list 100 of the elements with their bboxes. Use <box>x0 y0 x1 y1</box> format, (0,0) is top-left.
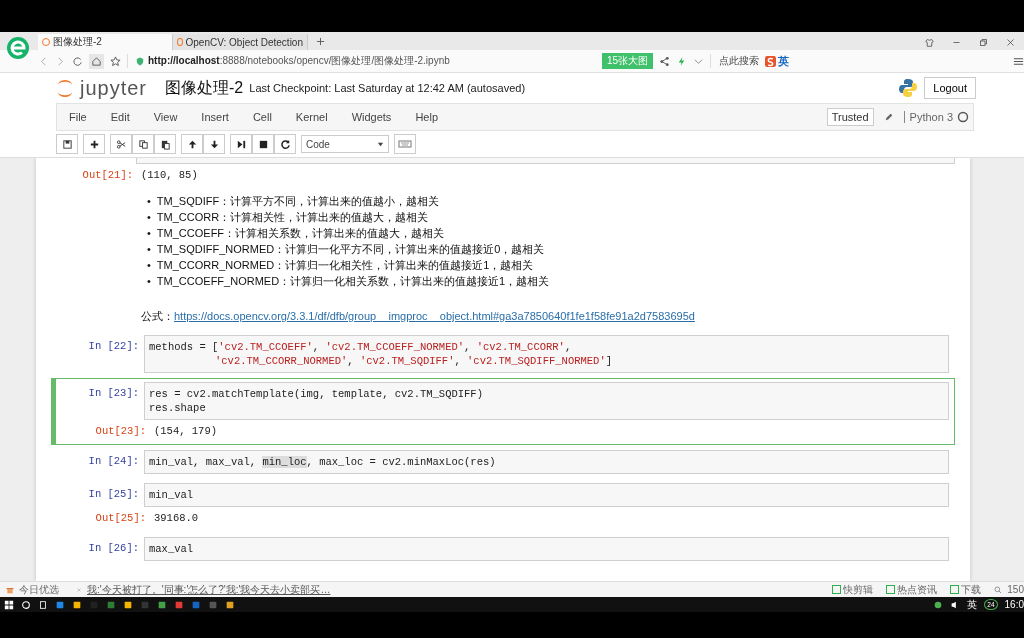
save-icon <box>61 138 73 150</box>
list-item: TM_CCOEFF：计算相关系数，计算出来的值越大，越相关 <box>156 226 445 241</box>
shield-icon <box>136 56 144 66</box>
status-item[interactable]: 快剪辑 <box>832 582 874 597</box>
code-cell[interactable]: In [24]: min_val, max_val, min_loc, max_loc = cv2.minMaxLoc(res) <box>51 446 955 478</box>
copy-icon <box>137 138 149 150</box>
shirt-icon[interactable] <box>925 38 934 47</box>
cell-type-dropdown[interactable]: Code <box>301 135 389 153</box>
list-item: TM_SQDIFF_NORMED：计算归一化平方不同，计算出来的值越接近0，越相关 <box>156 242 545 257</box>
list-item: TM_CCORR_NORMED：计算归一化相关性，计算出来的值越接近1，越相关 <box>156 258 534 273</box>
pencil-icon[interactable] <box>883 112 894 122</box>
code-cell[interactable]: In [25]: min_val Out[25]: 39168.0 <box>51 479 955 532</box>
code-input[interactable]: methods = ['cv2.TM_CCOEFF', 'cv2.TM_CCOEFF_NORMED', 'cv2.TM_CCORR', 'cv2.TM_CCORR_NORMED', 'cv2.TM_SQDIFF', 'cv2.TM_SQDIFF_NORMED'] <box>144 335 949 373</box>
up-arrow-icon <box>186 138 198 150</box>
jupyter-logo-icon <box>56 77 74 99</box>
restore-icon[interactable] <box>979 38 988 47</box>
formula-label: 公式： <box>141 310 174 322</box>
task-view-icon[interactable] <box>38 599 48 610</box>
code-input[interactable]: max_val <box>144 537 949 561</box>
ime-mode[interactable]: 英 <box>778 53 790 69</box>
restart-button[interactable] <box>274 134 296 154</box>
code-cell[interactable]: In [26]: max_val <box>51 533 955 565</box>
menu-item[interactable]: Insert <box>201 111 229 123</box>
app-icon[interactable] <box>72 599 82 610</box>
app-icon[interactable] <box>157 599 167 610</box>
new-tab-icon[interactable] <box>316 37 325 46</box>
copy-button[interactable] <box>132 134 154 154</box>
menu-item[interactable]: Edit <box>110 111 130 123</box>
menu-item[interactable]: Help <box>415 111 438 123</box>
list-item: TM_SQDIFF：计算平方不同，计算出来的值越小，越相关 <box>156 194 440 209</box>
caret-icon <box>377 140 384 148</box>
menu-item[interactable]: Cell <box>252 111 272 123</box>
code-input[interactable]: min_val <box>144 483 949 507</box>
code-input[interactable]: min_val, max_val, min_loc, max_loc = cv2.minMaxLoc(res) <box>144 450 949 474</box>
list-item: TM_CCORR：计算相关性，计算出来的值越大，越相关 <box>156 210 429 225</box>
home-icon[interactable] <box>89 53 104 69</box>
browser-tab[interactable]: 图像处理-2 <box>38 34 173 50</box>
kernel-status-icon <box>957 111 969 123</box>
app-icon[interactable] <box>123 599 133 610</box>
app-icon[interactable] <box>174 599 184 610</box>
share-icon[interactable] <box>659 55 671 67</box>
kernel-name: Python 3 <box>903 111 953 123</box>
code-cell[interactable]: In [22]: methods = ['cv2.TM_CCOEFF', 'cv2.TM_CCOEFF_NORMED', 'cv2.TM_CCORR', 'cv2.TM_CCORR_NORMED', 'cv2.TM_SQDIFF', 'cv2.TM_SQDIFF_NORMED'] <box>51 331 955 377</box>
tray-icon[interactable] <box>933 599 944 610</box>
menu-item[interactable]: View <box>153 111 178 123</box>
code-line: res = cv2.matchTemplate(img, template, cv2.TM_SQDIFF) <box>149 387 484 401</box>
output-prompt: Out[23]: <box>94 424 147 437</box>
app-icon[interactable] <box>55 599 65 610</box>
close-icon[interactable] <box>1006 38 1015 47</box>
notebook-title[interactable]: 图像处理-2 <box>165 77 244 99</box>
step-button[interactable] <box>230 134 252 154</box>
menu-item[interactable]: File <box>69 111 87 123</box>
clock[interactable]: 16:0 <box>1004 599 1024 610</box>
app-icon[interactable] <box>225 599 235 610</box>
bullet: • <box>147 226 151 241</box>
plus-button[interactable] <box>83 134 105 154</box>
stop-button[interactable] <box>252 134 274 154</box>
zoom-icon[interactable] <box>994 585 1003 594</box>
bullet: • <box>147 242 151 257</box>
search-icon[interactable] <box>21 599 31 610</box>
news-link[interactable]: 我:'今天被打了。'同事:'怎么了?'我:'我今天去小卖部买… <box>87 582 331 597</box>
input-prompt: In [23]: <box>87 386 140 401</box>
code-input[interactable]: res = cv2.matchTemplate(img, template, cv2.TM_SQDIFF) res.shape <box>144 382 949 420</box>
code-line: max_val <box>149 542 195 556</box>
doc-link[interactable]: https://docs.opencv.org/3.3.1/df/dfb/group__imgproc__object.html#ga3a7850640f1fe1f58fe91a2d7583695d <box>174 310 695 322</box>
search-hint[interactable]: 点此搜索 <box>710 54 760 68</box>
status-label[interactable]: 今日优选 <box>19 582 59 597</box>
ime-indicator[interactable]: 英 <box>967 597 978 612</box>
up-arrow-button[interactable] <box>181 134 203 154</box>
input-prompt: In [26]: <box>87 541 140 556</box>
input-method-logo-icon[interactable] <box>765 55 777 67</box>
save-button[interactable] <box>56 134 78 154</box>
code-cell[interactable]: In [23]: res = cv2.matchTemplate(img, template, cv2.TM_SQDIFF) res.shape Out[23]: (154, 179) <box>51 378 955 445</box>
code-line: 'cv2.TM_CCORR_NORMED', 'cv2.TM_SQDIFF', 'cv2.TM_SQDIFF_NORMED'] <box>214 354 613 368</box>
menu-item[interactable]: Widgets <box>351 111 392 123</box>
reload-icon[interactable] <box>72 55 83 67</box>
menu-icon[interactable] <box>1013 55 1024 67</box>
status-item[interactable]: 下载 <box>950 582 982 597</box>
jupyter-wordmark[interactable]: jupyter <box>80 76 148 100</box>
address-field[interactable]: http://localhost:8888/notebooks/opencv/图像处理/图像处理-2.ipynb <box>127 54 596 68</box>
code-line: res.shape <box>149 401 207 415</box>
down-arrow-button[interactable] <box>203 134 225 154</box>
plus-icon <box>88 138 100 150</box>
scissors-button[interactable] <box>110 134 132 154</box>
restart-icon <box>279 138 291 150</box>
browser-tab[interactable]: OpenCV: Object Detection <box>173 34 308 50</box>
output-text: 39168.0 <box>154 511 199 524</box>
code-line: min_val <box>149 488 195 502</box>
menu-item[interactable]: Kernel <box>295 111 328 123</box>
python-logo-icon <box>898 78 919 98</box>
zoom-level[interactable]: 150 <box>1007 584 1024 595</box>
status-item[interactable]: 热点资讯 <box>886 582 938 597</box>
bullet: • <box>147 274 151 289</box>
bullet: • <box>147 258 151 273</box>
windows-logo-icon[interactable] <box>4 599 14 610</box>
bullet: • <box>147 210 151 225</box>
trusted-indicator[interactable]: Trusted <box>826 108 874 126</box>
logout-button[interactable]: Logout <box>924 77 976 99</box>
paste-button[interactable] <box>154 134 176 154</box>
star-icon[interactable] <box>110 55 121 67</box>
